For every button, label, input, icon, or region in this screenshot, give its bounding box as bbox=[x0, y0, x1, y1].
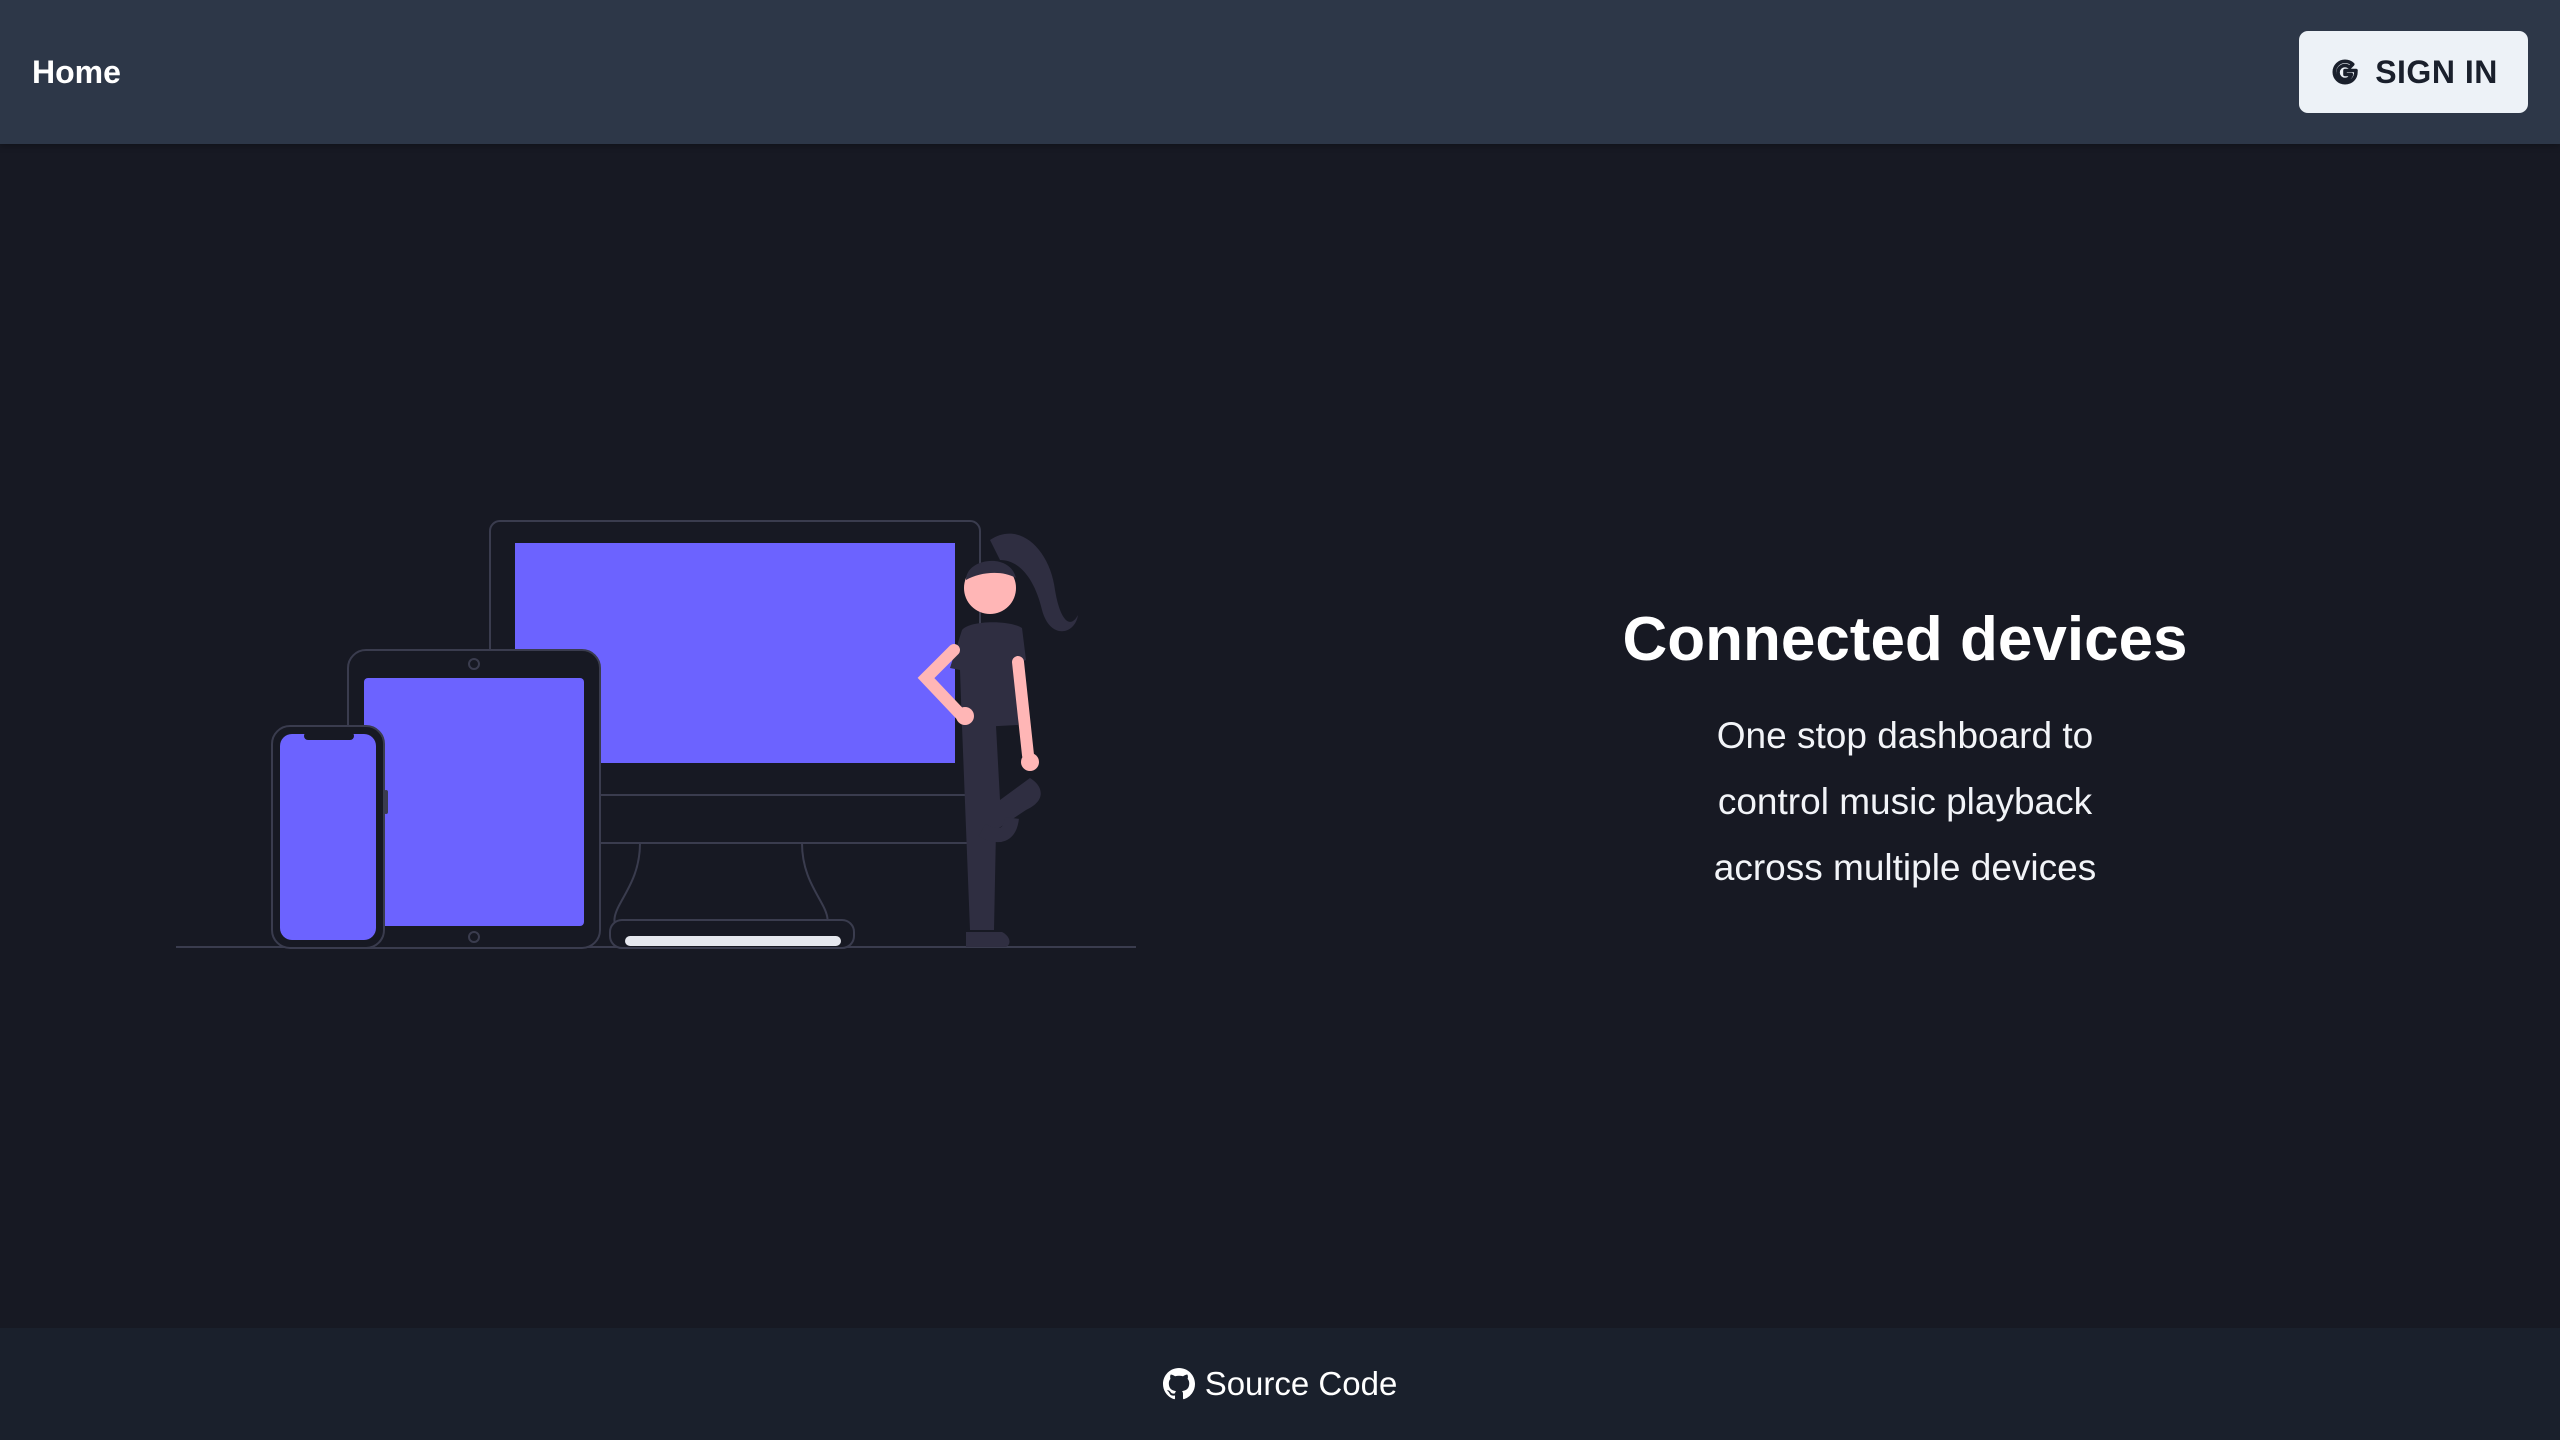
hero-text-block: Connected devices One stop dashboard to … bbox=[1560, 595, 2250, 901]
hero-description-line: control music playback bbox=[1717, 781, 2093, 822]
github-icon bbox=[1162, 1368, 1195, 1400]
source-code-label: Source Code bbox=[1204, 1365, 1398, 1402]
home-link[interactable]: Home bbox=[32, 52, 121, 92]
sign-in-label: SIGN IN bbox=[2375, 53, 2498, 90]
google-icon bbox=[2329, 56, 2361, 88]
hero-title: Connected devices bbox=[1622, 605, 2188, 674]
top-navbar: Home SIGN IN bbox=[0, 0, 2560, 144]
phone-screen bbox=[280, 734, 376, 940]
phone-graphic bbox=[271, 725, 388, 949]
hero-description-line: One stop dashboard to bbox=[1716, 715, 2094, 756]
source-code-link[interactable]: Source Code bbox=[1162, 1365, 1398, 1403]
hero-description: One stop dashboard to control music play… bbox=[1685, 703, 2125, 901]
devices-illustration bbox=[176, 520, 1136, 949]
footer: Source Code bbox=[0, 1328, 2560, 1440]
app-root: Home SIGN IN Connected devices One stop … bbox=[0, 0, 2560, 1440]
hero-description-line: across multiple devices bbox=[1713, 847, 2097, 888]
tablet-screen bbox=[364, 678, 584, 926]
sign-in-button[interactable]: SIGN IN bbox=[2299, 31, 2528, 113]
